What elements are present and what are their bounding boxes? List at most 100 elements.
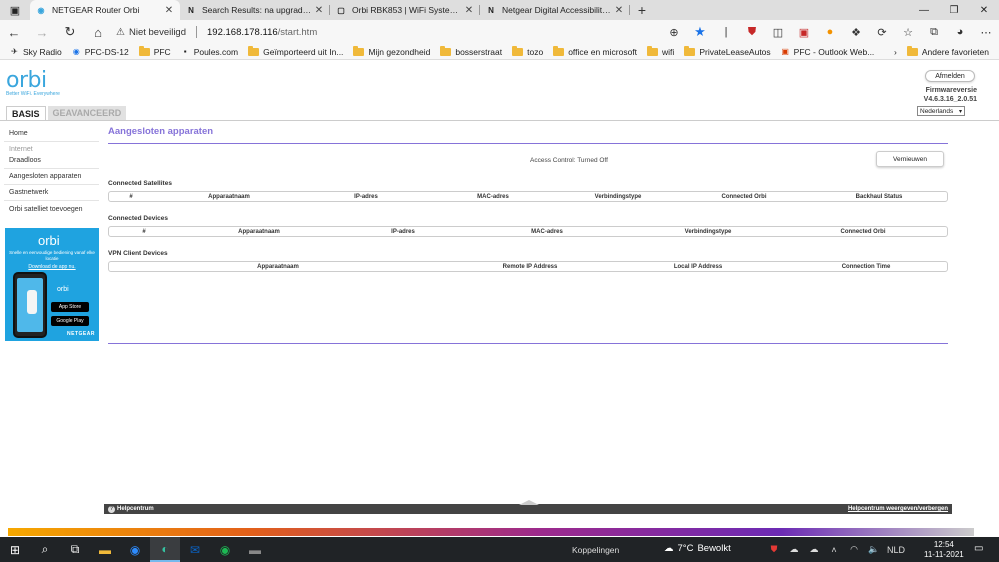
outlook-icon[interactable]: ✉ [180,537,210,562]
windows-start-icon[interactable]: ⊞ [0,537,30,562]
extension-icon[interactable]: ❖ [843,26,869,39]
volume-icon[interactable]: 🔈 [864,544,884,555]
zoom-app-icon[interactable]: ◉ [120,537,150,562]
bookmark-tozo[interactable]: tozo [512,45,543,57]
task-view-icon[interactable]: ⧉ [60,537,90,562]
google-play-badge[interactable]: Google Play [51,316,89,326]
collections-icon[interactable]: ⧉ [921,26,947,39]
app-store-badge[interactable]: App Store [51,302,89,312]
tab-basis[interactable]: BASIS [6,106,46,120]
bookmark-office[interactable]: office en microsoft [553,45,637,57]
new-tab-button[interactable]: + [630,0,654,20]
col-local-ip: Local IP Address [673,264,723,270]
minimize-icon[interactable]: — [909,0,939,20]
onedrive-icon[interactable]: ☁ [804,544,824,555]
language-indicator[interactable]: NLD [884,545,908,555]
chevron-up-icon[interactable]: ˄ [824,545,844,555]
favorite-star-icon[interactable]: ★ [687,24,713,40]
refresh-icon[interactable]: ↻ [56,20,84,44]
close-icon[interactable]: ✕ [464,5,474,16]
extension-separator: | [724,26,728,38]
bookmarks-bar: ✈ Sky Radio ◉ PFC-DS-12 PFC ▪ Poules.com Ge… [0,44,999,60]
close-window-icon[interactable]: ✕ [969,0,999,20]
more-menu-icon[interactable]: ⋯ [973,26,999,39]
bookmark-wifi[interactable]: wifi [647,45,674,57]
edge-browser-icon[interactable]: ◐ [150,537,180,562]
bookmark-pfc-ds-12[interactable]: ◉ PFC-DS-12 [72,47,129,57]
tab-actions-icon[interactable]: ▣ [0,0,30,20]
shield-extension-icon[interactable]: ⛊ [739,26,765,39]
help-center-bar[interactable]: ? Helpcentrum Helpcentrum weergeven/verb… [104,500,952,514]
bookmark-other-favorites[interactable]: Andere favorieten [906,46,989,57]
bookmark-bosserstraat[interactable]: bosserstraat [440,45,502,57]
col-connected-orbi: Connected Orbi [721,194,767,200]
tab-accessibility[interactable]: N Netgear Digital Accessibility Stat ✕ [480,0,630,20]
profile-avatar-icon[interactable]: ◕ [947,26,973,38]
bookmark-mijn-gezondheid[interactable]: Mijn gezondheid [353,45,430,57]
promo-logo: orbi [38,233,60,248]
sidebar-item-satelliet[interactable]: Orbi satelliet toevoegen [4,201,99,217]
back-icon[interactable]: ← [0,20,28,44]
sidebar-section-internet[interactable]: Internet [4,142,99,153]
app-promo-banner[interactable]: orbi Snelle en eenvoudige bediening vana… [5,228,99,341]
close-icon[interactable]: ✕ [164,5,174,16]
forward-icon[interactable]: → [28,20,56,44]
bookmark-sky-radio[interactable]: ✈ Sky Radio [10,47,62,57]
folder-icon [647,45,659,56]
close-icon[interactable]: ✕ [314,5,324,16]
links-toolbar-label[interactable]: Koppelingen [572,545,619,555]
notifications-icon[interactable]: ▭ [974,543,983,554]
folder-icon [248,45,260,56]
col-device-name: Apparaatnaam [257,264,299,270]
file-explorer-icon[interactable]: ▬ [90,537,120,562]
folder-icon [512,45,524,56]
bookmarks-overflow: › Andere favorieten [894,44,989,60]
tab-search-results[interactable]: N Search Results: na upgrade naar ✕ [180,0,330,20]
search-icon[interactable]: ⌕ [30,537,60,562]
refresh-button[interactable]: Vernieuwen [876,151,944,167]
close-icon[interactable]: ✕ [614,5,624,16]
sidebar-item-home[interactable]: Home [4,126,99,142]
app-icon[interactable]: ▬ [240,537,270,562]
satellites-table-header: # Apparaatnaam IP-adres MAC-adres Verbin… [108,191,948,202]
tab-geavanceerd[interactable]: GEAVANCEERD [47,106,127,120]
chevron-right-icon[interactable]: › [894,47,897,57]
favorites-icon[interactable]: ☆ [895,26,921,39]
bookmark-privatelease[interactable]: PrivateLeaseAutos [684,45,771,57]
expand-arrow-icon[interactable] [519,500,539,505]
bookmark-pfc[interactable]: PFC [138,45,171,57]
honey-extension-icon[interactable]: ● [817,26,843,38]
promo-download-link[interactable]: Download de app nu. [5,264,99,270]
language-select[interactable]: Nederlands ▾ [917,106,965,116]
bookmark-geimporteerd[interactable]: Geïmporteerd uit In... [248,45,343,57]
help-toggle-link[interactable]: Helpcentrum weergeven/verbergen [848,506,948,512]
warning-icon[interactable]: ⚠ [116,27,125,38]
restore-icon[interactable]: ❐ [939,0,969,20]
not-secure-label[interactable]: Niet beveiligd [129,27,186,38]
radio-icon: ✈ [11,47,18,56]
spotify-icon[interactable]: ◉ [210,537,240,562]
logout-button[interactable]: Afmelden [925,70,975,82]
sidebar-item-draadloos[interactable]: Draadloos [4,153,99,169]
tab-orbi-rbk853[interactable]: ▢ Orbi RBK853 | WiFi System | NET ✕ [330,0,480,20]
address-bar[interactable]: ⚠ Niet beveiligd 192.168.178.116/start.h… [116,22,716,42]
extension-icon[interactable]: ◫ [765,26,791,39]
sidebar-item-gastnetwerk[interactable]: Gastnetwerk [4,185,99,201]
bookmark-poules[interactable]: ▪ Poules.com [181,47,238,57]
url-path: /start.htm [277,26,318,38]
tab-netgear-router[interactable]: ◉ NETGEAR Router Orbi ✕ [30,0,180,20]
wifi-icon[interactable]: ◠ [844,544,864,555]
zoom-icon[interactable]: ⊕ [661,26,687,39]
mcafee-icon[interactable]: ⛊ [764,544,784,555]
bookmark-outlook[interactable]: ▣ PFC - Outlook Web... [781,47,874,57]
pdf-extension-icon[interactable]: ▣ [791,26,817,39]
refresh-extension-icon[interactable]: ⟳ [869,26,895,39]
onedrive-icon[interactable]: ☁ [784,544,804,555]
clock[interactable]: 12:54 11-11-2021 [924,540,964,560]
browser-tabstrip: ▣ ◉ NETGEAR Router Orbi ✕ N Search Resul… [0,0,999,20]
tab-divider [0,120,999,121]
col-number: # [129,194,133,200]
sidebar-item-aangesloten[interactable]: Aangesloten apparaten [4,169,99,185]
weather-widget[interactable]: ☁ 7°C Bewolkt [664,543,731,554]
home-icon[interactable]: ⌂ [84,20,112,44]
